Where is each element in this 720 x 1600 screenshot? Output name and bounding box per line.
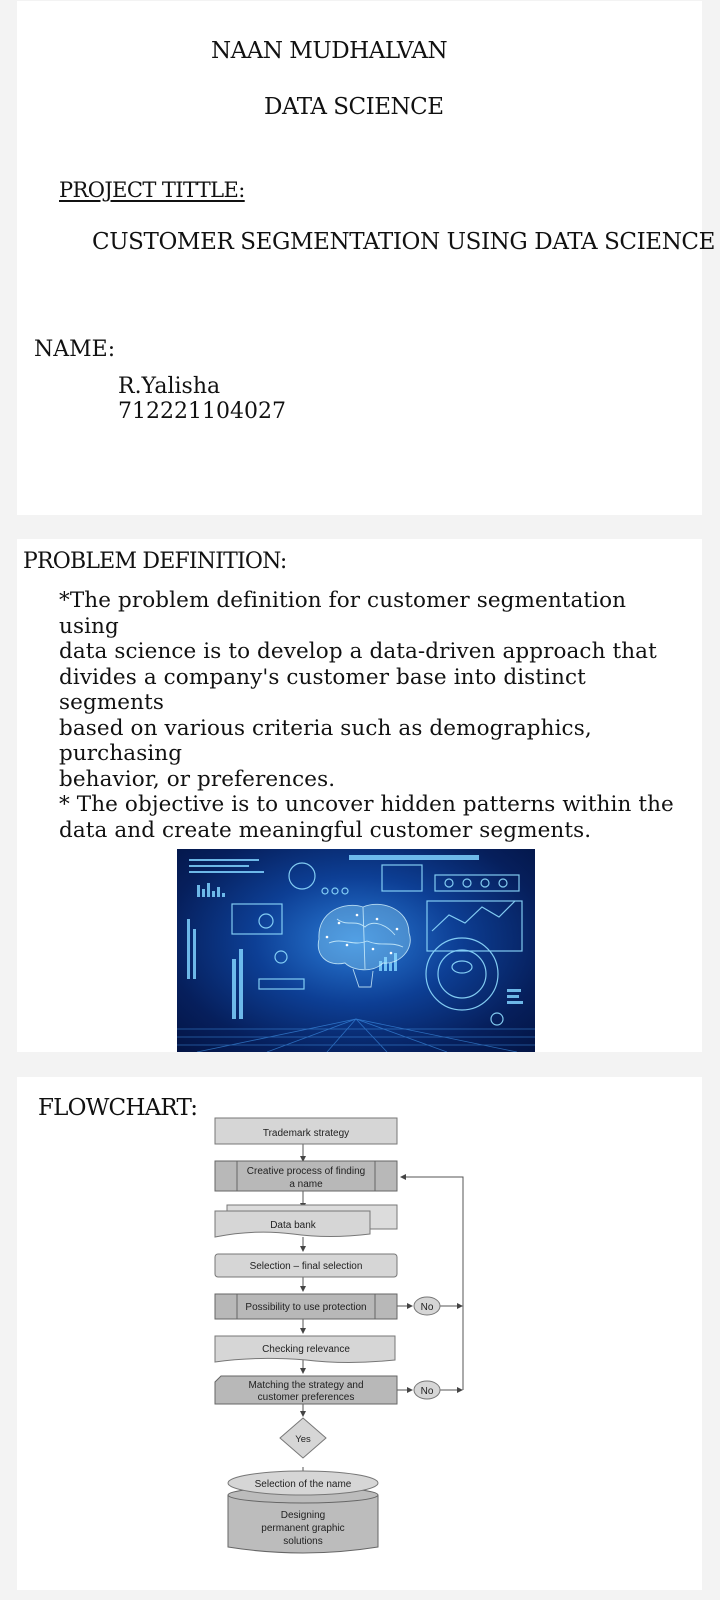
step-checking-relevance: Checking relevance xyxy=(214,1335,396,1363)
svg-text:permanent graphic: permanent graphic xyxy=(261,1523,344,1534)
step-data-bank: Data bank xyxy=(214,1204,398,1238)
project-title: CUSTOMER SEGMENTATION USING DATA SCIENCE xyxy=(92,229,716,255)
svg-text:Selection of the name: Selection of the name xyxy=(255,1479,352,1490)
problem-line: * The objective is to uncover hidden pat… xyxy=(59,792,674,817)
problem-line: data science is to develop a data-driven… xyxy=(59,639,657,664)
problem-slide: PROBLEM DEFINITION: *The problem definit… xyxy=(17,539,702,1052)
svg-text:Checking relevance: Checking relevance xyxy=(262,1344,350,1355)
cover-slide: NAAN MUDHALVAN DATA SCIENCE PROJECT TITT… xyxy=(17,1,715,515)
svg-text:Selection – final selection: Selection – final selection xyxy=(250,1261,363,1272)
svg-text:No: No xyxy=(421,1386,434,1397)
step-possibility-protection: Possibility to use protection xyxy=(214,1293,398,1320)
svg-text:Matching the strategy and: Matching the strategy and xyxy=(248,1380,363,1391)
name-label: NAME: xyxy=(34,337,116,362)
step-designing-solutions: Designing permanent graphic solutions xyxy=(227,1486,379,1554)
problem-line: behavior, or preferences. xyxy=(59,766,336,792)
decision-no-matching: No xyxy=(413,1380,441,1400)
ai-brain-illustration xyxy=(177,849,535,1052)
subject-heading: DATA SCIENCE xyxy=(264,94,444,120)
problem-line: based on various criteria such as demogr… xyxy=(59,715,592,767)
student-id: 712221104027 xyxy=(118,399,286,424)
step-name-selection: Selection of the name xyxy=(227,1470,379,1496)
flowchart-slide: FLOWCHART: Trademark strategy Creative p… xyxy=(17,1077,702,1590)
problem-line: divides a company's customer base into d… xyxy=(59,664,586,716)
step-trademark-strategy: Trademark strategy xyxy=(214,1117,398,1145)
problem-line: data and create meaningful customer segm… xyxy=(59,817,592,843)
svg-text:Data bank: Data bank xyxy=(270,1220,317,1231)
svg-text:a name: a name xyxy=(289,1179,323,1190)
problem-line: *The problem definition for customer seg… xyxy=(59,588,627,639)
svg-text:Possibility to use protection: Possibility to use protection xyxy=(245,1302,366,1313)
student-name: R.Yalisha xyxy=(118,374,221,399)
decision-no-protection: No xyxy=(413,1296,441,1316)
decision-yes: Yes xyxy=(279,1417,327,1459)
program-heading: NAAN MUDHALVAN xyxy=(211,38,448,64)
problem-paragraph: *The problem definition for customer seg… xyxy=(59,588,689,843)
svg-text:No: No xyxy=(421,1302,434,1313)
step-creative-process: Creative process of finding a name xyxy=(214,1160,398,1192)
svg-text:Trademark strategy: Trademark strategy xyxy=(263,1128,349,1139)
problem-heading: PROBLEM DEFINITION: xyxy=(23,549,287,574)
step-matching-strategy: Matching the strategy and customer prefe… xyxy=(214,1375,398,1405)
svg-text:Yes: Yes xyxy=(295,1434,311,1445)
svg-text:customer preferences: customer preferences xyxy=(258,1392,355,1403)
svg-text:Creative process of finding: Creative process of finding xyxy=(247,1166,365,1177)
project-label: PROJECT TITTLE: xyxy=(59,178,245,202)
step-final-selection: Selection – final selection xyxy=(214,1253,398,1278)
svg-text:Designing: Designing xyxy=(281,1510,325,1521)
svg-text:solutions: solutions xyxy=(283,1536,322,1547)
flowchart-diagram: Trademark strategy Creative process of f… xyxy=(214,1117,464,1554)
